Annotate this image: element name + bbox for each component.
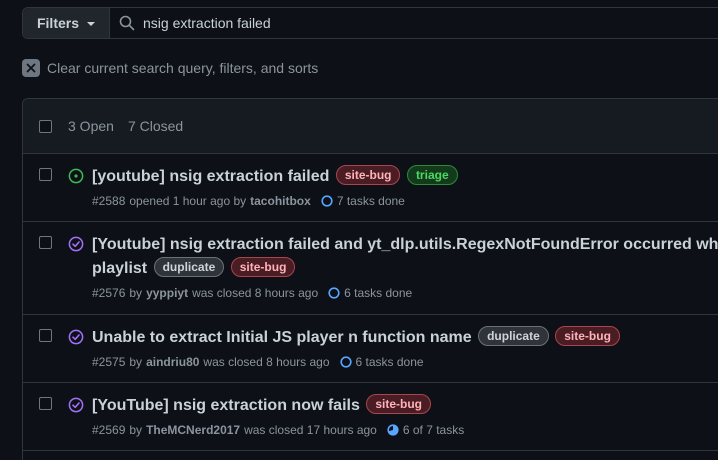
issue-title-link[interactable]: Unable to extract Initial JS player n fu… <box>92 329 472 346</box>
search-input[interactable] <box>143 15 703 31</box>
issue-title-link[interactable]: [youtube] nsig extraction failed <box>92 168 329 185</box>
open-issues-tab[interactable]: 3 Open <box>68 118 114 134</box>
list-item: [Youtube] nsig extraction failed and yt_… <box>23 222 718 315</box>
issue-by-text: by <box>129 355 143 369</box>
issues-list-header: 3 Open 7 Closed <box>23 99 718 154</box>
list-item: [YouTube] nsig extraction now fails site… <box>23 383 718 451</box>
issue-author-link[interactable]: yyppiyt <box>146 286 188 300</box>
label-duplicate[interactable]: duplicate <box>153 257 225 277</box>
select-all-checkbox[interactable] <box>39 119 52 133</box>
issue-closed-icon <box>68 236 84 252</box>
issue-checkbox[interactable] <box>39 329 52 342</box>
label-site-bug[interactable]: site-bug <box>230 257 296 277</box>
issue-closed-icon <box>68 397 84 413</box>
issue-title-link[interactable]: [YouTube] nsig extraction now fails <box>92 397 360 414</box>
tasks-progress[interactable]: 6 tasks done <box>339 355 424 369</box>
issue-status-text: opened 1 hour ago by <box>129 194 247 208</box>
progress-circle-icon <box>321 195 333 207</box>
label-triage[interactable]: triage <box>406 165 458 185</box>
progress-circle-icon <box>328 287 340 299</box>
issue-title-link[interactable]: [Youtube] nsig extraction failed and yt_… <box>92 236 718 253</box>
issue-status-text: was closed 8 hours ago <box>192 286 319 300</box>
tasks-label: 7 tasks done <box>336 194 405 208</box>
clear-filters-label: Clear current search query, filters, and… <box>47 60 319 76</box>
clear-filters-link[interactable]: Clear current search query, filters, and… <box>22 59 318 77</box>
label-site-bug[interactable]: site-bug <box>366 394 431 414</box>
issue-opened-icon <box>68 168 84 184</box>
tasks-progress[interactable]: 6 of 7 tasks <box>387 423 464 437</box>
x-icon <box>22 59 40 77</box>
issue-checkbox[interactable] <box>39 236 52 249</box>
issue-number: #2588 <box>92 194 126 208</box>
label-duplicate[interactable]: duplicate <box>478 326 549 346</box>
search-icon <box>119 15 135 31</box>
label-site-bug[interactable]: site-bug <box>555 326 620 346</box>
issue-status-text: was closed 17 hours ago <box>244 423 377 437</box>
tasks-progress[interactable]: 6 tasks done <box>328 286 412 300</box>
issue-number: #2569 <box>92 423 126 437</box>
search-bar: Filters <box>22 7 718 39</box>
issue-closed-icon <box>68 329 84 345</box>
search-field <box>110 8 718 38</box>
filters-button[interactable]: Filters <box>23 8 110 38</box>
issue-by-text: by <box>129 286 143 300</box>
issue-by-text: by <box>129 423 143 437</box>
list-item: [youtube] nsig extraction failed site-bu… <box>23 154 718 222</box>
issue-author-link[interactable]: aindriu80 <box>146 355 199 369</box>
tasks-label: 6 tasks done <box>355 355 424 369</box>
issue-status-text: was closed 8 hours ago <box>203 355 330 369</box>
issue-author-link[interactable]: tacohitbox <box>250 194 311 208</box>
issue-number: #2576 <box>92 286 126 300</box>
closed-issues-tab[interactable]: 7 Closed <box>128 118 183 134</box>
progress-circle-icon <box>387 424 399 436</box>
issue-title-link-continued[interactable]: playlist <box>92 260 147 277</box>
list-item: Unable to extract Initial JS player n fu… <box>23 315 718 383</box>
label-site-bug[interactable]: site-bug <box>335 165 401 185</box>
progress-circle-icon <box>339 356 352 368</box>
issue-checkbox[interactable] <box>39 168 52 181</box>
issue-author-link[interactable]: TheMCNerd2017 <box>146 423 240 437</box>
issue-checkbox[interactable] <box>39 397 52 410</box>
issues-list: 3 Open 7 Closed [youtube] nsig extractio… <box>22 98 718 460</box>
chevron-down-icon <box>87 22 95 26</box>
filters-label: Filters <box>36 15 79 31</box>
tasks-progress[interactable]: 7 tasks done <box>321 194 405 208</box>
tasks-label: 6 of 7 tasks <box>402 423 465 437</box>
tasks-label: 6 tasks done <box>344 286 413 300</box>
issue-number: #2575 <box>92 355 126 369</box>
